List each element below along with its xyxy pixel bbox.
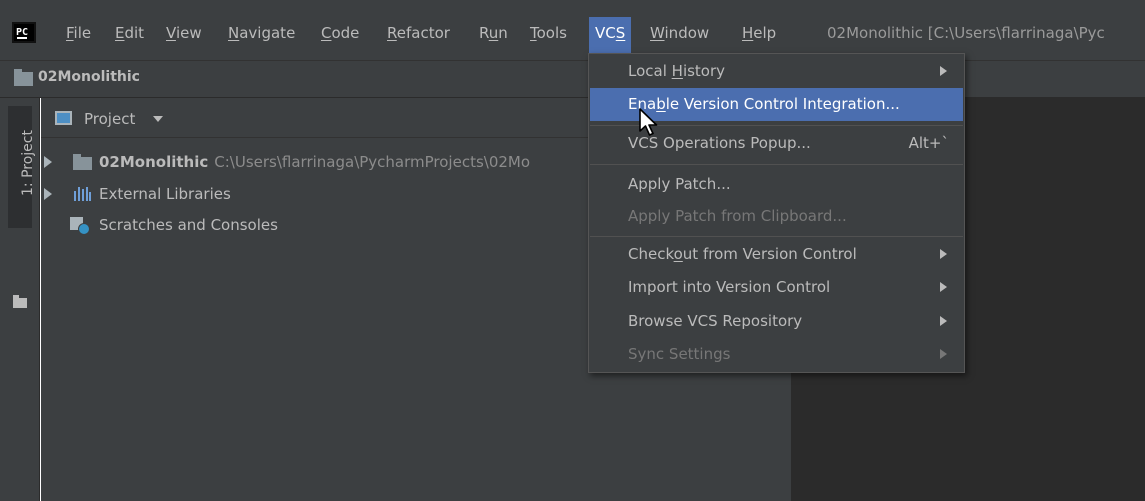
navigation-bar: 02Monolithic [0, 60, 1145, 98]
menu-item-import-vcs[interactable]: Import into Version Control [590, 271, 963, 304]
window-title: 02Monolithic [C:\Users\flarrinaga\Pyc [827, 24, 1105, 42]
libraries-icon [74, 187, 91, 201]
chevron-down-icon[interactable] [153, 116, 163, 122]
menu-tools[interactable]: Tools [530, 23, 567, 45]
menu-code[interactable]: Code [321, 23, 359, 45]
menu-help[interactable]: Help [742, 23, 776, 45]
tree-node-label: External Libraries [99, 185, 231, 203]
menu-edit[interactable]: Edit [115, 23, 144, 45]
scratches-clock-icon [70, 217, 90, 235]
vcs-dropdown-menu: Local History Enable Version Control Int… [588, 53, 965, 373]
menu-navigate[interactable]: Navigate [228, 23, 295, 45]
project-view-icon [55, 111, 72, 125]
project-tool-tab-label: 1: Project [20, 130, 36, 196]
menu-separator [590, 164, 963, 165]
folder-icon [73, 154, 92, 170]
menu-run[interactable]: Run [479, 23, 508, 45]
structure-folder-icon[interactable] [13, 295, 27, 308]
menu-item-apply-patch[interactable]: Apply Patch... [590, 168, 963, 201]
menu-view[interactable]: View [166, 23, 202, 45]
shortcut-label: Alt+` [908, 134, 949, 152]
submenu-arrow-icon [940, 66, 947, 76]
project-tool-tab[interactable]: 1: Project [8, 106, 36, 228]
menu-vcs[interactable]: VCS [589, 17, 632, 56]
menu-item-checkout[interactable]: Checkout from Version Control [590, 238, 963, 271]
breadcrumb-project[interactable]: 02Monolithic [38, 69, 140, 85]
tree-node-label: 02Monolithic [99, 153, 209, 171]
project-view-selector[interactable]: Project [84, 110, 135, 128]
menu-separator [590, 236, 963, 237]
expand-arrow-icon[interactable] [44, 188, 52, 200]
submenu-arrow-icon [940, 349, 947, 359]
main-menubar: PC File Edit View Navigate Code Refactor… [0, 0, 1145, 60]
pycharm-logo-icon: PC [12, 22, 36, 43]
folder-icon [14, 69, 33, 86]
menu-item-local-history[interactable]: Local History [590, 55, 963, 88]
menu-file[interactable]: File [66, 23, 91, 45]
tree-node-label: Scratches and Consoles [99, 216, 278, 234]
menu-item-apply-patch-clipboard: Apply Patch from Clipboard... [628, 207, 847, 225]
submenu-arrow-icon [940, 249, 947, 259]
mouse-pointer-icon [639, 108, 658, 136]
menu-item-sync-settings: Sync Settings [590, 338, 963, 371]
tree-node-path: C:\Users\flarrinaga\PycharmProjects\02Mo [214, 153, 531, 171]
submenu-arrow-icon [940, 282, 947, 292]
submenu-arrow-icon [940, 316, 947, 326]
menu-refactor[interactable]: Refactor [387, 23, 450, 45]
menu-item-browse-vcs[interactable]: Browse VCS Repository [590, 305, 963, 338]
tool-window-stripe: 1: Project [0, 98, 40, 501]
expand-arrow-icon[interactable] [44, 156, 52, 168]
menu-window[interactable]: Window [650, 23, 709, 45]
